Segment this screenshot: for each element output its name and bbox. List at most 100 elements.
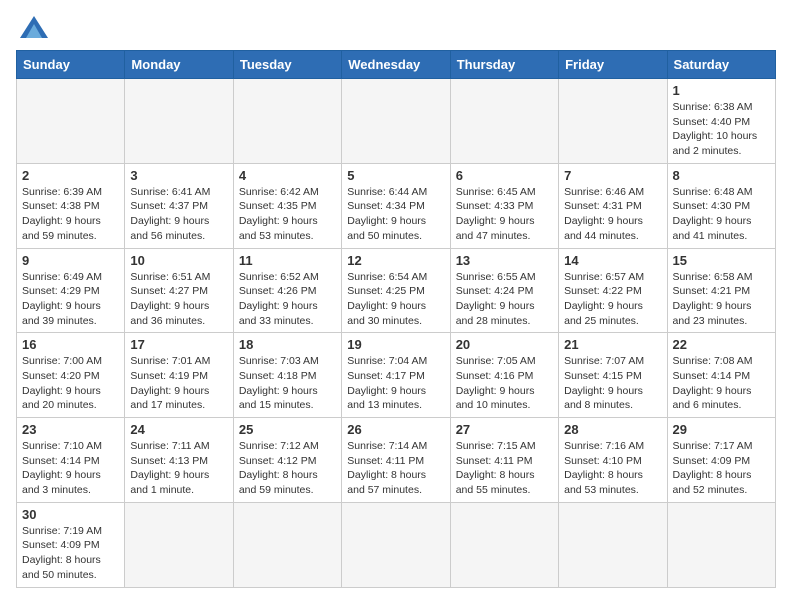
day-number: 13 xyxy=(456,253,553,268)
day-info: Sunrise: 6:48 AM Sunset: 4:30 PM Dayligh… xyxy=(673,185,770,244)
calendar-cell xyxy=(667,502,775,587)
day-info: Sunrise: 6:41 AM Sunset: 4:37 PM Dayligh… xyxy=(130,185,227,244)
calendar-cell: 10 Sunrise: 6:51 AM Sunset: 4:27 PM Dayli… xyxy=(125,248,233,333)
day-info: Sunrise: 6:54 AM Sunset: 4:25 PM Dayligh… xyxy=(347,270,444,329)
day-number: 25 xyxy=(239,422,336,437)
day-info: Sunrise: 7:15 AM Sunset: 4:11 PM Dayligh… xyxy=(456,439,553,498)
calendar-cell: 7 Sunrise: 6:46 AM Sunset: 4:31 PM Daylig… xyxy=(559,163,667,248)
day-info: Sunrise: 6:57 AM Sunset: 4:22 PM Dayligh… xyxy=(564,270,661,329)
calendar-cell: 9Sunrise: 6:49 AM Sunset: 4:29 PM Daylig… xyxy=(17,248,125,333)
calendar-cell: 2 Sunrise: 6:39 AM Sunset: 4:38 PM Daylig… xyxy=(17,163,125,248)
day-number: 26 xyxy=(347,422,444,437)
calendar-week-row-2: 2 Sunrise: 6:39 AM Sunset: 4:38 PM Daylig… xyxy=(17,163,776,248)
day-number: 29 xyxy=(673,422,770,437)
calendar-cell: 18Sunrise: 7:03 AM Sunset: 4:18 PM Dayli… xyxy=(233,333,341,418)
day-number: 15 xyxy=(673,253,770,268)
day-info: Sunrise: 6:45 AM Sunset: 4:33 PM Dayligh… xyxy=(456,185,553,244)
day-info: Sunrise: 7:01 AM Sunset: 4:19 PM Dayligh… xyxy=(130,354,227,413)
calendar-cell: 30Sunrise: 7:19 AM Sunset: 4:09 PM Dayli… xyxy=(17,502,125,587)
calendar-cell: 29 Sunrise: 7:17 AM Sunset: 4:09 PM Dayli… xyxy=(667,418,775,503)
calendar-cell xyxy=(559,79,667,164)
calendar-cell xyxy=(17,79,125,164)
day-info: Sunrise: 6:55 AM Sunset: 4:24 PM Dayligh… xyxy=(456,270,553,329)
day-number: 3 xyxy=(130,168,227,183)
day-info: Sunrise: 7:00 AM Sunset: 4:20 PM Dayligh… xyxy=(22,354,119,413)
calendar-week-row-3: 9Sunrise: 6:49 AM Sunset: 4:29 PM Daylig… xyxy=(17,248,776,333)
calendar-cell: 17Sunrise: 7:01 AM Sunset: 4:19 PM Dayli… xyxy=(125,333,233,418)
calendar-cell: 8Sunrise: 6:48 AM Sunset: 4:30 PM Daylig… xyxy=(667,163,775,248)
day-info: Sunrise: 7:10 AM Sunset: 4:14 PM Dayligh… xyxy=(22,439,119,498)
calendar-cell xyxy=(450,79,558,164)
day-number: 12 xyxy=(347,253,444,268)
day-number: 5 xyxy=(347,168,444,183)
logo xyxy=(16,16,48,38)
calendar-cell: 19Sunrise: 7:04 AM Sunset: 4:17 PM Dayli… xyxy=(342,333,450,418)
day-info: Sunrise: 7:11 AM Sunset: 4:13 PM Dayligh… xyxy=(130,439,227,498)
calendar-cell xyxy=(559,502,667,587)
day-info: Sunrise: 6:38 AM Sunset: 4:40 PM Dayligh… xyxy=(673,100,770,159)
calendar-cell xyxy=(450,502,558,587)
calendar-cell: 20 Sunrise: 7:05 AM Sunset: 4:16 PM Dayli… xyxy=(450,333,558,418)
calendar-cell: 21 Sunrise: 7:07 AM Sunset: 4:15 PM Dayli… xyxy=(559,333,667,418)
calendar-cell xyxy=(125,79,233,164)
day-number: 18 xyxy=(239,337,336,352)
day-info: Sunrise: 6:58 AM Sunset: 4:21 PM Dayligh… xyxy=(673,270,770,329)
day-info: Sunrise: 6:44 AM Sunset: 4:34 PM Dayligh… xyxy=(347,185,444,244)
calendar-cell: 26 Sunrise: 7:14 AM Sunset: 4:11 PM Dayli… xyxy=(342,418,450,503)
day-info: Sunrise: 7:16 AM Sunset: 4:10 PM Dayligh… xyxy=(564,439,661,498)
day-number: 24 xyxy=(130,422,227,437)
logo-icon xyxy=(20,16,48,38)
calendar-header-thursday: Thursday xyxy=(450,51,558,79)
day-number: 10 xyxy=(130,253,227,268)
day-info: Sunrise: 7:05 AM Sunset: 4:16 PM Dayligh… xyxy=(456,354,553,413)
calendar-cell xyxy=(342,502,450,587)
calendar-cell: 4Sunrise: 6:42 AM Sunset: 4:35 PM Daylig… xyxy=(233,163,341,248)
day-number: 20 xyxy=(456,337,553,352)
calendar-header-saturday: Saturday xyxy=(667,51,775,79)
calendar-cell xyxy=(233,79,341,164)
calendar-cell: 13 Sunrise: 6:55 AM Sunset: 4:24 PM Dayli… xyxy=(450,248,558,333)
day-number: 22 xyxy=(673,337,770,352)
day-info: Sunrise: 6:51 AM Sunset: 4:27 PM Dayligh… xyxy=(130,270,227,329)
calendar-table: SundayMondayTuesdayWednesdayThursdayFrid… xyxy=(16,50,776,588)
calendar-cell: 14 Sunrise: 6:57 AM Sunset: 4:22 PM Dayli… xyxy=(559,248,667,333)
day-number: 14 xyxy=(564,253,661,268)
day-info: Sunrise: 6:46 AM Sunset: 4:31 PM Dayligh… xyxy=(564,185,661,244)
calendar-cell: 6Sunrise: 6:45 AM Sunset: 4:33 PM Daylig… xyxy=(450,163,558,248)
calendar-cell: 15 Sunrise: 6:58 AM Sunset: 4:21 PM Dayli… xyxy=(667,248,775,333)
calendar-cell: 28 Sunrise: 7:16 AM Sunset: 4:10 PM Dayli… xyxy=(559,418,667,503)
day-number: 16 xyxy=(22,337,119,352)
calendar-cell: 24 Sunrise: 7:11 AM Sunset: 4:13 PM Dayli… xyxy=(125,418,233,503)
calendar-week-row-5: 23 Sunrise: 7:10 AM Sunset: 4:14 PM Dayli… xyxy=(17,418,776,503)
day-number: 21 xyxy=(564,337,661,352)
day-number: 1 xyxy=(673,83,770,98)
day-number: 7 xyxy=(564,168,661,183)
calendar-cell: 5 Sunrise: 6:44 AM Sunset: 4:34 PM Daylig… xyxy=(342,163,450,248)
day-number: 23 xyxy=(22,422,119,437)
calendar-cell xyxy=(125,502,233,587)
day-info: Sunrise: 7:04 AM Sunset: 4:17 PM Dayligh… xyxy=(347,354,444,413)
day-info: Sunrise: 7:08 AM Sunset: 4:14 PM Dayligh… xyxy=(673,354,770,413)
calendar-cell: 1 Sunrise: 6:38 AM Sunset: 4:40 PM Daylig… xyxy=(667,79,775,164)
day-number: 27 xyxy=(456,422,553,437)
calendar-header-sunday: Sunday xyxy=(17,51,125,79)
day-info: Sunrise: 6:39 AM Sunset: 4:38 PM Dayligh… xyxy=(22,185,119,244)
day-number: 2 xyxy=(22,168,119,183)
calendar-cell: 11Sunrise: 6:52 AM Sunset: 4:26 PM Dayli… xyxy=(233,248,341,333)
calendar-cell: 12 Sunrise: 6:54 AM Sunset: 4:25 PM Dayli… xyxy=(342,248,450,333)
day-info: Sunrise: 7:17 AM Sunset: 4:09 PM Dayligh… xyxy=(673,439,770,498)
calendar-cell: 27 Sunrise: 7:15 AM Sunset: 4:11 PM Dayli… xyxy=(450,418,558,503)
calendar-cell: 25Sunrise: 7:12 AM Sunset: 4:12 PM Dayli… xyxy=(233,418,341,503)
calendar-header-row: SundayMondayTuesdayWednesdayThursdayFrid… xyxy=(17,51,776,79)
day-number: 28 xyxy=(564,422,661,437)
calendar-header-monday: Monday xyxy=(125,51,233,79)
day-info: Sunrise: 6:49 AM Sunset: 4:29 PM Dayligh… xyxy=(22,270,119,329)
day-info: Sunrise: 7:07 AM Sunset: 4:15 PM Dayligh… xyxy=(564,354,661,413)
day-info: Sunrise: 7:14 AM Sunset: 4:11 PM Dayligh… xyxy=(347,439,444,498)
calendar-header-friday: Friday xyxy=(559,51,667,79)
calendar-cell xyxy=(233,502,341,587)
day-info: Sunrise: 7:19 AM Sunset: 4:09 PM Dayligh… xyxy=(22,524,119,583)
calendar-cell: 3 Sunrise: 6:41 AM Sunset: 4:37 PM Daylig… xyxy=(125,163,233,248)
day-number: 11 xyxy=(239,253,336,268)
calendar-cell xyxy=(342,79,450,164)
